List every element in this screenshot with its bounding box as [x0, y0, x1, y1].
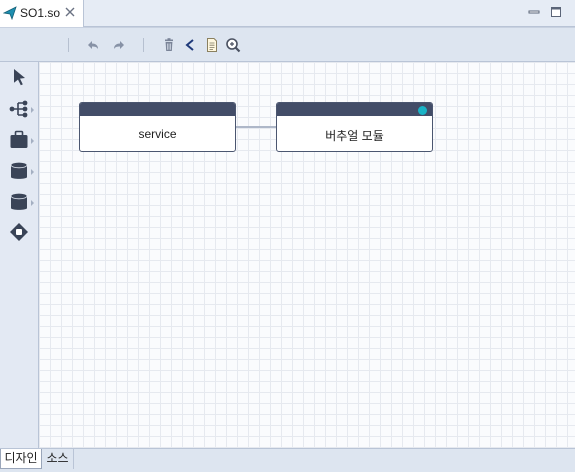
status-dot-icon: [418, 106, 427, 115]
undo-icon[interactable]: [85, 37, 101, 53]
minimize-icon[interactable]: [528, 6, 540, 18]
node-header: [80, 103, 235, 116]
maximize-icon[interactable]: [550, 6, 562, 18]
diagram-node-virtual-module[interactable]: 버추얼 모듈: [276, 102, 433, 152]
search-document-icon[interactable]: [225, 37, 241, 53]
package-icon[interactable]: [8, 129, 30, 151]
share-icon[interactable]: [182, 37, 198, 53]
tab-design-label: 디자인: [4, 451, 38, 465]
editor-bottom-tabs: 디자인 소스: [0, 448, 575, 472]
select-arrow-icon[interactable]: [8, 66, 30, 88]
tab-source[interactable]: 소스: [42, 449, 74, 469]
delete-icon[interactable]: [161, 37, 177, 53]
design-canvas[interactable]: service 버추얼 모듈: [39, 62, 575, 448]
node-connector[interactable]: [235, 126, 277, 128]
tab-design[interactable]: 디자인: [0, 449, 42, 469]
database-icon[interactable]: [8, 191, 30, 213]
document-icon[interactable]: [204, 37, 220, 53]
editor-tab-so1[interactable]: SO1.so: [0, 0, 84, 27]
node-label: 버추얼 모듈: [325, 129, 384, 143]
expand-arrow-icon[interactable]: [31, 107, 34, 113]
editor-toolbar: [0, 27, 575, 62]
toolbar-separator: [143, 38, 144, 52]
expand-arrow-icon[interactable]: [31, 169, 34, 175]
gateway-icon[interactable]: [8, 221, 30, 243]
hierarchy-icon[interactable]: [8, 98, 30, 120]
editor-tab-bar: SO1.so: [0, 0, 575, 27]
diagram-node-service[interactable]: service: [79, 102, 236, 152]
editor-tab-label: SO1.so: [20, 6, 61, 20]
expand-arrow-icon[interactable]: [31, 138, 34, 144]
node-label: service: [138, 127, 177, 141]
tab-source-label: 소스: [46, 451, 69, 465]
close-icon[interactable]: [65, 7, 75, 17]
database-icon[interactable]: [8, 160, 30, 182]
redo-icon[interactable]: [111, 37, 127, 53]
toolbar-separator: [68, 38, 69, 52]
file-icon: [3, 6, 17, 20]
expand-arrow-icon[interactable]: [31, 200, 34, 206]
tool-palette: [0, 62, 39, 448]
node-header: [277, 103, 432, 116]
